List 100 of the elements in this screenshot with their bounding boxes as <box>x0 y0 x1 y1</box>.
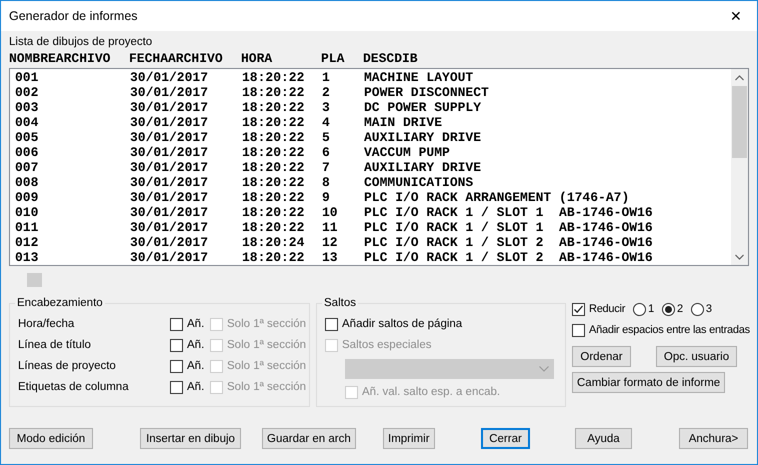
dialog-button[interactable]: Ayuda <box>575 428 632 449</box>
table-cell-text: 005 <box>15 130 40 145</box>
radio-label: 1 <box>648 302 654 317</box>
table-cell-text: 5 <box>322 130 331 145</box>
table-cell-text: 2 <box>322 85 331 100</box>
page-breaks-label: Añadir saltos de página <box>342 317 462 332</box>
vertical-scrollbar[interactable] <box>731 69 748 265</box>
close-button[interactable]: ✕ <box>721 8 751 24</box>
special-breaks-label: Saltos especiales <box>342 338 432 353</box>
add-checkbox[interactable] <box>170 380 183 394</box>
option-label: Hora/fecha <box>18 317 76 332</box>
table-cell-text: 30/01/2017 <box>130 205 210 220</box>
add-value-label: Añ. val. salto esp. a encab. <box>362 385 500 400</box>
table-cell-text: 30/01/2017 <box>130 70 210 85</box>
table-cell-text: 7 <box>322 160 331 175</box>
table-cell-text: DC POWER SUPPLY <box>364 100 482 115</box>
table-cell-text: 18:20:22 <box>242 175 306 190</box>
table-cell-text: 30/01/2017 <box>130 190 210 205</box>
column-header[interactable]: DESCDIB <box>363 50 749 68</box>
table-cell-text: 18:20:22 <box>242 250 306 265</box>
table-cell-text: 18:20:22 <box>242 190 306 205</box>
table-cell-text: 10 <box>322 205 339 220</box>
table-cell-text: PLC I/O RACK ARRANGEMENT (1746-A7) <box>364 190 630 205</box>
table-cell-text: 30/01/2017 <box>130 175 210 190</box>
add-checkbox[interactable] <box>170 338 183 352</box>
table-cell-text: 18:20:24 <box>242 235 306 250</box>
scroll-down-icon[interactable] <box>735 254 744 260</box>
column-header[interactable]: PLA <box>321 50 363 68</box>
first-section-label: Solo 1ª sección <box>227 338 306 353</box>
dialog-button[interactable]: Cerrar <box>481 428 530 449</box>
table-cell-text: 9 <box>322 190 331 205</box>
table-cell-text: 30/01/2017 <box>130 115 210 130</box>
table-cell-text: 012 <box>15 235 40 250</box>
table-cell-text: 013 <box>15 250 40 265</box>
table-cell-text: MAIN DRIVE <box>364 115 444 130</box>
table-cell-text: 002 <box>15 85 40 100</box>
option-button[interactable]: Ordenar <box>572 346 631 367</box>
option-label: Líneas de proyecto <box>18 359 117 374</box>
table-cell-text: 11 <box>322 220 339 235</box>
table-cell-text: 8 <box>322 175 331 190</box>
add-label: Añ. <box>187 338 204 353</box>
table-cell-text: 008 <box>15 175 40 190</box>
option-label: Línea de título <box>18 338 92 353</box>
option-label: Etiquetas de columna <box>18 380 130 395</box>
table-cell-text: 18:20:22 <box>242 160 306 175</box>
table-cell-text: 30/01/2017 <box>130 85 210 100</box>
spacing-checkbox[interactable] <box>572 324 585 336</box>
table-cell-text: AUXILIARY DRIVE <box>364 130 482 145</box>
reduce-checkbox[interactable] <box>572 302 585 316</box>
table-cell-text: 13 <box>322 250 339 265</box>
radio-button[interactable] <box>662 302 676 316</box>
radio-label: 2 <box>677 302 683 317</box>
table-cell-text: COMMUNICATIONS <box>364 175 474 190</box>
radio-label: 3 <box>706 302 712 317</box>
column-header[interactable]: FECHAARCHIVO <box>129 50 241 68</box>
table-cell-text: 30/01/2017 <box>130 100 210 115</box>
table-cell-text: 18:20:22 <box>242 85 306 100</box>
page-breaks-checkbox[interactable] <box>325 318 338 330</box>
table-cell-text: 18:20:22 <box>242 220 306 235</box>
table-cell-text: 18:20:22 <box>242 145 306 160</box>
table-cell-text: 30/01/2017 <box>130 250 210 265</box>
dialog-button[interactable]: Insertar en dibujo <box>140 428 241 449</box>
add-label: Añ. <box>187 317 204 332</box>
table-cell-text: 011 <box>15 220 40 235</box>
table-cell-text: 12 <box>322 235 339 250</box>
option-button[interactable]: Opc. usuario <box>656 346 737 367</box>
add-label: Añ. <box>187 380 204 395</box>
table-cell-text: 001 <box>15 70 40 85</box>
dialog-button[interactable]: Anchura> <box>679 428 748 449</box>
table-cell-text: PLC I/O RACK 1 / SLOT 2 AB-1746-OW16 <box>364 250 654 265</box>
column-header[interactable]: NOMBREARCHIVO <box>9 50 129 68</box>
column-header[interactable]: HORA <box>241 50 321 68</box>
add-checkbox[interactable] <box>170 360 183 372</box>
table-cell-text: 18:20:22 <box>242 70 306 85</box>
chevron-down-icon <box>539 366 549 372</box>
table-cell-text: 006 <box>15 145 40 160</box>
scroll-up-icon[interactable] <box>735 74 744 80</box>
dialog-button[interactable]: Modo edición <box>9 428 93 449</box>
add-label: Añ. <box>187 359 204 374</box>
radio-button[interactable] <box>690 302 704 316</box>
table-cell-text: 010 <box>15 205 40 220</box>
table-cell-text: 1 <box>322 70 331 85</box>
first-section-label: Solo 1ª sección <box>227 317 306 332</box>
table-cell-text: 3 <box>322 100 331 115</box>
table-cell-text: 18:20:22 <box>242 115 306 130</box>
table-cell-text: 30/01/2017 <box>130 145 210 160</box>
table-cell-text: 30/01/2017 <box>130 130 210 145</box>
option-button[interactable]: Cambiar formato de informe <box>572 372 726 393</box>
first-section-label: Solo 1ª sección <box>227 380 306 395</box>
table-cell-text: 30/01/2017 <box>130 160 210 175</box>
table-cell-text: PLC I/O RACK 1 / SLOT 2 AB-1746-OW16 <box>364 235 654 250</box>
dialog-button[interactable]: Imprimir <box>383 428 435 449</box>
add-checkbox[interactable] <box>170 318 183 330</box>
first-section-label: Solo 1ª sección <box>227 359 306 374</box>
table-cell-text: 30/01/2017 <box>130 235 210 250</box>
radio-button[interactable] <box>633 302 646 316</box>
table-cell-text: MACHINE LAYOUT <box>364 70 474 85</box>
table-cell-text: 4 <box>322 115 331 130</box>
table-cell-text: VACCUM PUMP <box>364 145 451 160</box>
dialog-button[interactable]: Guardar en arch <box>262 428 356 449</box>
